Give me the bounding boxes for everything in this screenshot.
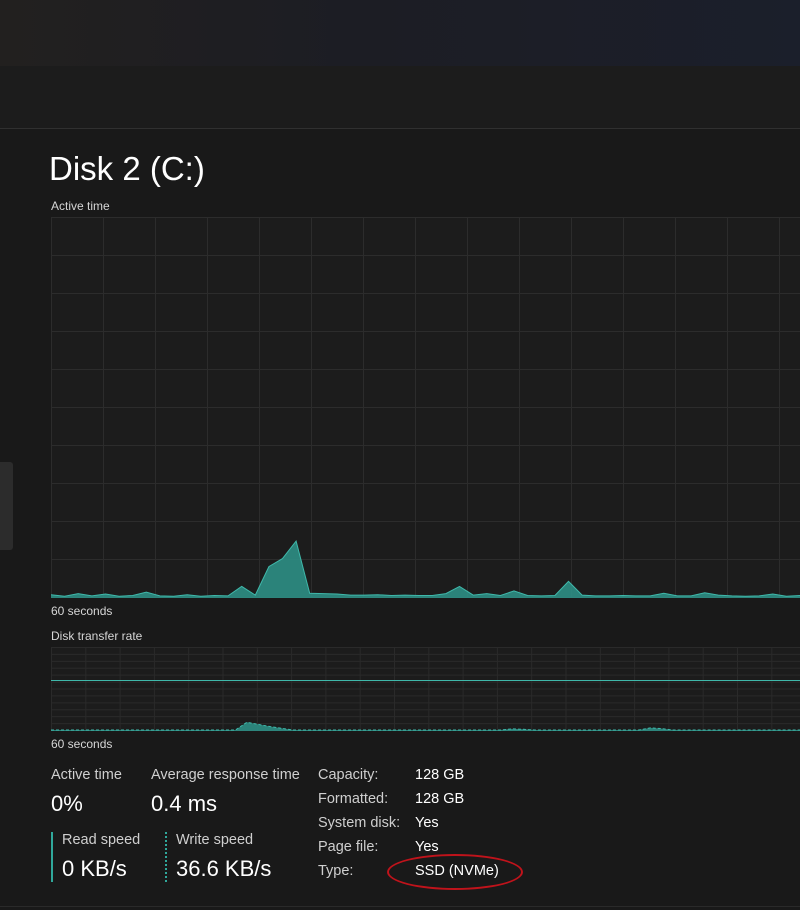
active-time-value: 0% bbox=[51, 791, 83, 816]
sidebar-scroll-thumb[interactable] bbox=[0, 462, 13, 550]
capacity-label: Capacity: bbox=[318, 767, 379, 783]
read-speed-value: 0 KB/s bbox=[62, 856, 127, 881]
write-speed-value: 36.6 KB/s bbox=[176, 856, 272, 881]
capacity-value: 128 GB bbox=[415, 767, 465, 783]
formatted-label: Formatted: bbox=[318, 791, 389, 807]
system-disk-label: System disk: bbox=[318, 815, 401, 831]
write-speed-indicator bbox=[165, 832, 167, 882]
active-time-label: Active time bbox=[51, 767, 122, 783]
system-disk-value: Yes bbox=[415, 815, 439, 831]
read-speed-indicator bbox=[51, 832, 53, 882]
toolbar bbox=[0, 66, 800, 129]
active-time-axis-label: 60 seconds bbox=[51, 604, 113, 618]
read-speed-label: Read speed bbox=[62, 832, 141, 848]
write-speed-label: Write speed bbox=[176, 832, 254, 848]
active-time-graph-label: Active time bbox=[51, 199, 110, 213]
page-file-value: Yes bbox=[415, 839, 439, 855]
avg-response-label: Average response time bbox=[151, 767, 300, 783]
type-highlight-ring bbox=[387, 854, 523, 890]
page-file-label: Page file: bbox=[318, 839, 379, 855]
page-title: Disk 2 (C:) bbox=[49, 150, 205, 187]
transfer-rate-axis-label: 60 seconds bbox=[51, 737, 113, 751]
transfer-rate-graph-label: Disk transfer rate bbox=[51, 629, 143, 643]
active-time-graph bbox=[51, 217, 800, 598]
formatted-value: 128 GB bbox=[415, 791, 465, 807]
avg-response-value: 0.4 ms bbox=[151, 791, 218, 816]
transfer-rate-graph bbox=[51, 647, 800, 731]
bottom-divider bbox=[0, 906, 800, 907]
window-title-bar bbox=[0, 0, 800, 66]
type-label: Type: bbox=[318, 863, 354, 879]
